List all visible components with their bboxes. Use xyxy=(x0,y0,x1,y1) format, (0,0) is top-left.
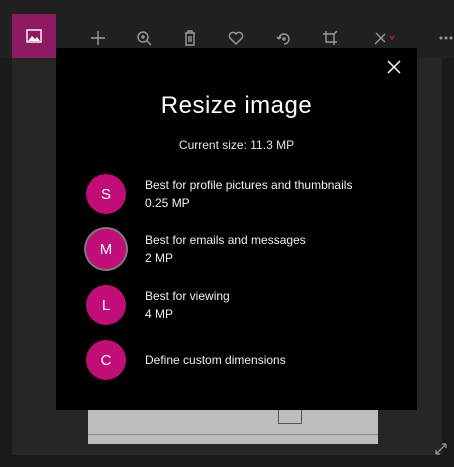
crop-icon xyxy=(323,30,338,45)
option-badge: C xyxy=(86,340,126,380)
rotate-button[interactable] xyxy=(272,26,296,50)
option-badge: M xyxy=(86,229,126,269)
favorite-button[interactable] xyxy=(224,26,248,50)
more-button[interactable] xyxy=(434,26,454,50)
favorite-icon xyxy=(228,31,244,45)
rotate-icon xyxy=(276,33,290,45)
option-small[interactable]: S Best for profile pictures and thumbnai… xyxy=(86,174,406,218)
option-title: Best for profile pictures and thumbnails xyxy=(145,178,353,192)
delete-button[interactable] xyxy=(178,26,202,50)
option-size: 4 MP xyxy=(145,307,174,321)
gallery-icon xyxy=(26,29,42,43)
edit-icon xyxy=(374,32,395,45)
option-title: Best for emails and messages xyxy=(145,233,306,247)
resize-grip-icon xyxy=(435,443,447,455)
window-resize-handle[interactable] xyxy=(434,442,448,461)
add-button[interactable] xyxy=(86,26,110,50)
option-medium[interactable]: M Best for emails and messages 2 MP xyxy=(86,229,406,273)
zoom-button[interactable] xyxy=(132,26,156,50)
current-size: Current size: 11.3 MP xyxy=(178,138,295,152)
photo-preview xyxy=(88,404,378,444)
option-custom[interactable]: C Define custom dimensions xyxy=(86,340,406,384)
crop-button[interactable] xyxy=(318,26,342,50)
close-icon xyxy=(387,60,401,74)
delete-icon xyxy=(185,30,195,46)
close-button[interactable] xyxy=(385,58,403,76)
add-icon xyxy=(91,31,105,45)
option-size: 0.25 MP xyxy=(145,196,190,210)
edit-button[interactable] xyxy=(372,26,396,50)
option-badge: S xyxy=(86,174,126,214)
option-title: Define custom dimensions xyxy=(145,353,286,367)
zoom-icon xyxy=(137,31,152,46)
option-size: 2 MP xyxy=(145,251,174,265)
resize-dialog: Resize image Current size: 11.3 MP S Bes… xyxy=(56,48,417,410)
option-large[interactable]: L Best for viewing 4 MP xyxy=(86,285,406,329)
gallery-button[interactable] xyxy=(12,14,56,58)
dialog-title: Resize image xyxy=(160,92,313,119)
option-title: Best for viewing xyxy=(145,289,230,303)
more-icon xyxy=(439,36,453,40)
option-badge: L xyxy=(86,285,126,325)
